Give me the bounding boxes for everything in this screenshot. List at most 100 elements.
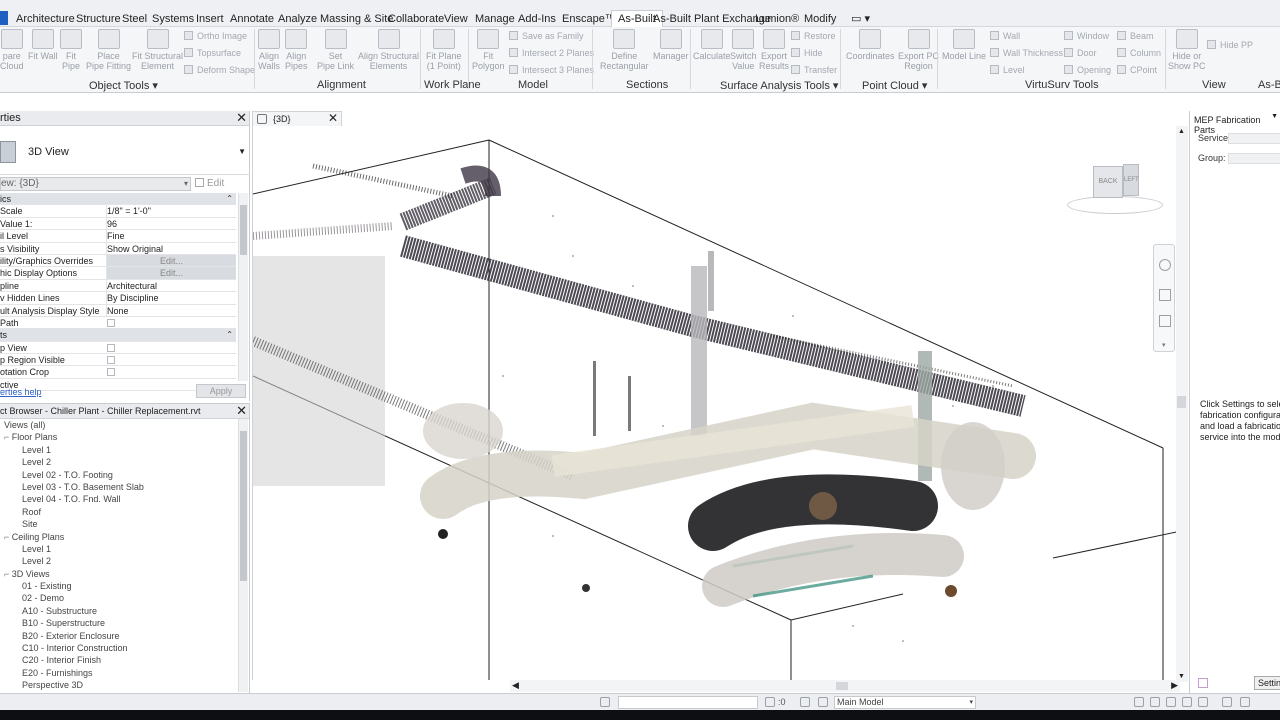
select-by-face-icon[interactable] xyxy=(1182,697,1192,707)
scroll-up-icon[interactable]: ▲ xyxy=(1178,128,1185,135)
browser-view-item[interactable]: Level 03 - T.O. Basement Slab xyxy=(0,481,238,493)
property-edit-button[interactable]: Edit... xyxy=(106,254,236,267)
collapse-icon[interactable]: ⌐ xyxy=(4,532,12,542)
tab-view[interactable]: View xyxy=(444,12,468,27)
browser-view-item[interactable]: C10 - Interior Construction xyxy=(0,642,238,654)
panel-title-point-cloud[interactable]: Point Cloud ▾ xyxy=(862,79,927,92)
property-value[interactable]: 96 xyxy=(106,217,236,230)
browser-scrollbar[interactable] xyxy=(238,419,248,692)
browser-view-item[interactable]: Level 2 xyxy=(0,555,238,567)
level-button[interactable]: Level xyxy=(990,65,1025,76)
collapse-icon[interactable]: ⌃ xyxy=(226,329,233,340)
property-checkbox[interactable] xyxy=(107,356,115,365)
calculate-button[interactable]: Calculate xyxy=(693,29,731,61)
property-checkbox[interactable] xyxy=(107,343,115,352)
tab-systems[interactable]: Systems xyxy=(152,12,194,27)
close-icon[interactable]: ✕ xyxy=(236,404,247,418)
select-links-icon[interactable] xyxy=(1134,697,1144,707)
intersect-2-planes-button[interactable]: Intersect 2 Planes xyxy=(509,48,594,59)
fit-pipe-button[interactable]: Fit Pipe xyxy=(60,29,82,71)
viewcube-left-face[interactable]: LEFT xyxy=(1123,164,1139,196)
browser-view-item[interactable]: Level 04 - T.O. Fnd. Wall xyxy=(0,493,238,505)
close-icon[interactable]: ✕ xyxy=(236,111,247,125)
hide-show-pc-button[interactable]: Hide or Show PC xyxy=(1168,29,1206,71)
collapse-icon[interactable]: ⌐ xyxy=(4,569,12,579)
browser-group[interactable]: ⌐ 3D Views xyxy=(0,568,238,580)
browser-view-item[interactable]: B10 - Superstructure xyxy=(0,617,238,629)
steering-wheel-icon[interactable] xyxy=(1159,259,1171,271)
sections-manager-button[interactable]: Manager xyxy=(653,29,689,61)
intersect-3-planes-button[interactable]: Intersect 3 Planes xyxy=(509,65,594,76)
settings-button[interactable]: Setting xyxy=(1254,676,1280,690)
browser-view-item[interactable]: Site xyxy=(0,518,238,530)
property-checkbox[interactable] xyxy=(107,318,115,327)
collapse-icon[interactable]: ⌐ xyxy=(4,432,12,442)
coordinates-button[interactable]: Coordinates xyxy=(846,29,895,61)
model-line-button[interactable]: Model Line xyxy=(942,29,986,61)
tool-icon[interactable] xyxy=(1198,678,1208,688)
column-button[interactable]: Column xyxy=(1117,48,1161,59)
browser-view-item[interactable]: 02 - Demo xyxy=(0,592,238,604)
browser-group[interactable]: Views (all) xyxy=(0,419,238,431)
nav-dropdown-icon[interactable]: ▾ xyxy=(1162,341,1166,349)
browser-view-item[interactable]: C20 - Interior Finish xyxy=(0,654,238,666)
properties-scrollbar[interactable] xyxy=(238,193,248,381)
tab-add-ins[interactable]: Add-Ins xyxy=(518,12,556,27)
drag-elements-icon[interactable] xyxy=(1198,697,1208,707)
chevron-down-icon[interactable]: ▼ xyxy=(1271,113,1278,120)
viewcube-back-face[interactable]: BACK xyxy=(1093,166,1123,198)
property-value[interactable]: 1/8" = 1'-0" xyxy=(106,205,236,217)
browser-group[interactable]: ⌐ Ceiling Plans xyxy=(0,531,238,543)
browser-view-item[interactable]: 01 - Existing xyxy=(0,580,238,592)
restore-button[interactable]: Restore xyxy=(791,31,836,42)
export-pc-region-button[interactable]: Export PC Region xyxy=(898,29,939,71)
scroll-down-icon[interactable]: ▼ xyxy=(1178,673,1185,680)
viewcube-ring[interactable] xyxy=(1067,196,1163,214)
deform-shape-button[interactable]: Deform Shape xyxy=(184,65,255,76)
hide-pp-button[interactable]: Hide PP xyxy=(1207,40,1253,51)
browser-view-item[interactable]: E20 - Furnishings xyxy=(0,667,238,679)
select-underlay-icon[interactable] xyxy=(1150,697,1160,707)
editable-only-icon[interactable] xyxy=(800,697,810,707)
hide-button[interactable]: Hide xyxy=(791,48,823,59)
define-rectangular-button[interactable]: Define Rectangular xyxy=(600,29,649,71)
workset-icon[interactable] xyxy=(600,697,610,707)
tab-massing-site[interactable]: Massing & Site xyxy=(320,12,393,27)
door-button[interactable]: Door xyxy=(1064,48,1097,59)
properties-help-link[interactable]: erties help xyxy=(0,387,42,397)
cpoint-button[interactable]: CPoint xyxy=(1117,65,1157,76)
scroll-right-icon[interactable]: ▶ xyxy=(1171,680,1178,691)
property-edit-button[interactable]: Edit... xyxy=(106,267,236,279)
browser-view-item[interactable]: B20 - Exterior Enclosure xyxy=(0,630,238,642)
beam-button[interactable]: Beam xyxy=(1117,31,1154,42)
browser-view-item[interactable]: Level 2 xyxy=(0,456,238,468)
tab-analyze[interactable]: Analyze xyxy=(278,12,317,27)
design-option-selector[interactable]: Main Model ▾ xyxy=(834,696,976,709)
export-results-button[interactable]: Export Results xyxy=(759,29,789,71)
canvas-vertical-scrollbar[interactable]: ▲ ▼ xyxy=(1176,126,1188,682)
scroll-thumb[interactable] xyxy=(836,682,848,690)
zoom-icon[interactable] xyxy=(1159,315,1171,327)
property-group-header[interactable]: ts ⌃ xyxy=(0,329,236,342)
instance-selector[interactable]: ew: {3D} ▾ xyxy=(0,177,191,191)
service-select[interactable] xyxy=(1228,133,1280,144)
tab-as-built-plant-exchange[interactable]: As-Built Plant Exchange xyxy=(653,12,771,27)
tab-collaborate[interactable]: Collaborate xyxy=(388,12,444,27)
edit-type-button[interactable]: Edit Type xyxy=(195,177,247,203)
collapse-icon[interactable]: ⌃ xyxy=(226,193,233,204)
scroll-thumb[interactable] xyxy=(1177,396,1186,408)
fit-polygon-button[interactable]: Fit Polygon xyxy=(472,29,505,71)
browser-group[interactable]: ⌐ Floor Plans xyxy=(0,431,238,443)
wall-thickness-button[interactable]: Wall Thickness xyxy=(990,48,1063,59)
switch-value-button[interactable]: Switch Value xyxy=(730,29,757,71)
file-tab[interactable] xyxy=(0,11,8,25)
scroll-thumb[interactable] xyxy=(240,205,247,255)
scroll-thumb[interactable] xyxy=(240,431,247,581)
property-group-header[interactable]: ics ⌃ xyxy=(0,193,236,206)
view-tab-3d[interactable]: {3D} ✕ xyxy=(252,111,342,126)
browser-view-item[interactable]: Level 1 xyxy=(0,444,238,456)
opening-button[interactable]: Opening xyxy=(1064,65,1111,76)
panel-title-surface-analysis[interactable]: Surface Analysis Tools ▾ xyxy=(720,79,838,92)
browser-view-item[interactable]: Level 1 xyxy=(0,543,238,555)
3d-view-canvas[interactable]: BACK LEFT ▾ xyxy=(252,126,1180,680)
